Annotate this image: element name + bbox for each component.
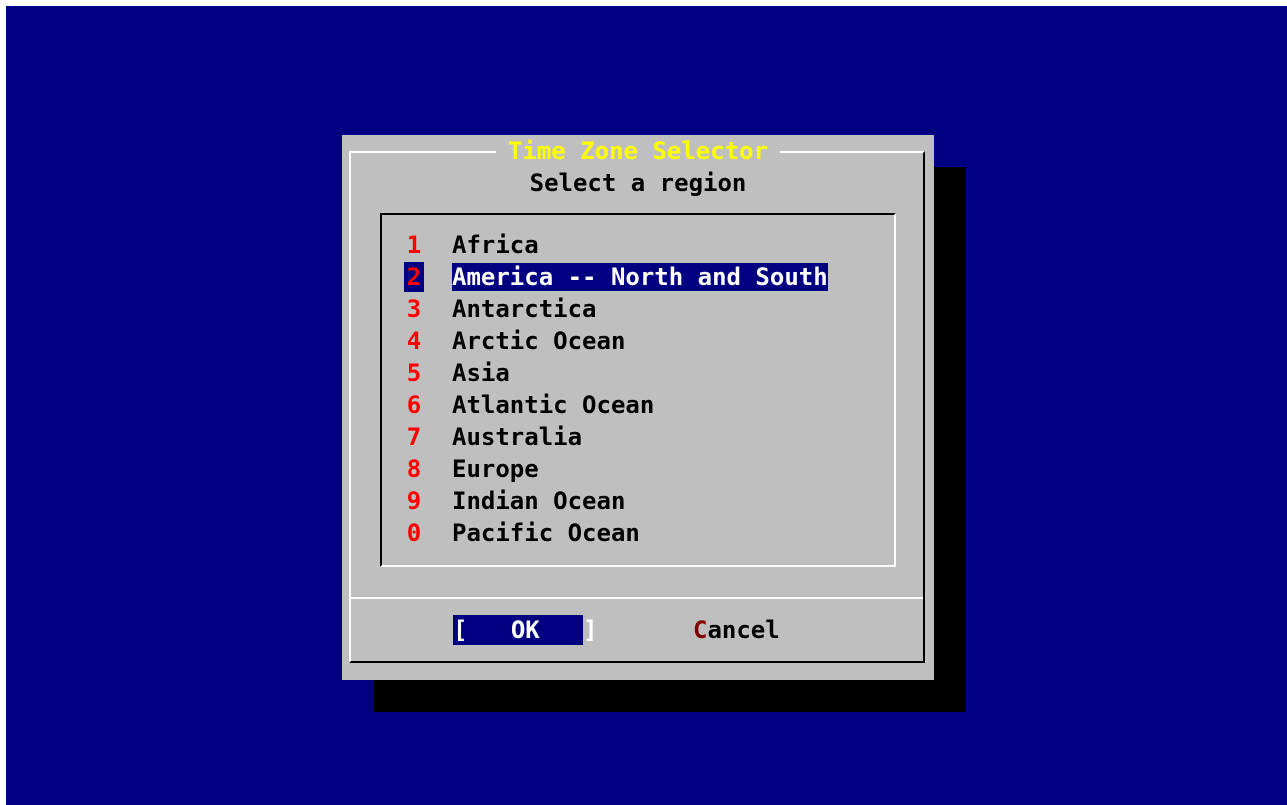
region-key: 0 bbox=[406, 519, 422, 547]
region-label: Atlantic Ocean bbox=[452, 391, 655, 419]
region-key: 4 bbox=[406, 327, 422, 355]
region-key: 8 bbox=[406, 455, 422, 483]
region-item-pacific-ocean[interactable]: 0 Pacific Ocean bbox=[404, 518, 640, 548]
dialog-prompt: Select a region bbox=[529, 169, 747, 197]
region-item-africa[interactable]: 1 Africa bbox=[404, 230, 539, 260]
region-item-indian-ocean[interactable]: 9 Indian Ocean bbox=[404, 486, 626, 516]
region-label: Europe bbox=[452, 455, 539, 483]
dialog-title-text: Time Zone Selector bbox=[495, 137, 781, 165]
region-key: 1 bbox=[406, 231, 422, 259]
region-label: Africa bbox=[452, 231, 539, 259]
region-key: 2 bbox=[404, 262, 424, 292]
region-key: 7 bbox=[406, 423, 422, 451]
region-item-antarctica[interactable]: 3 Antarctica bbox=[404, 294, 597, 324]
region-key: 9 bbox=[406, 487, 422, 515]
region-key: 6 bbox=[406, 391, 422, 419]
cancel-label: ancel bbox=[707, 616, 780, 644]
ok-button[interactable]: [ OK ] bbox=[453, 615, 598, 645]
region-label: Indian Ocean bbox=[452, 487, 626, 515]
dialog-title: Time Zone Selector bbox=[342, 137, 934, 165]
ok-bracket-open: [ bbox=[453, 616, 468, 644]
region-item-arctic-ocean[interactable]: 4 Arctic Ocean bbox=[404, 326, 626, 356]
region-label: Australia bbox=[452, 423, 583, 451]
region-label: America -- North and South bbox=[452, 263, 828, 291]
region-item-australia[interactable]: 7 Australia bbox=[404, 422, 582, 452]
region-label: Arctic Ocean bbox=[452, 327, 626, 355]
region-label: Asia bbox=[452, 359, 510, 387]
region-item-europe[interactable]: 8 Europe bbox=[404, 454, 539, 484]
region-label: Antarctica bbox=[452, 295, 597, 323]
cancel-hotkey: C bbox=[693, 616, 708, 644]
timezone-dialog: Time Zone Selector Select a region 1 Afri… bbox=[342, 135, 934, 680]
region-label: Pacific Ocean bbox=[452, 519, 640, 547]
ok-bracket-close: ] bbox=[583, 616, 598, 644]
region-item-asia[interactable]: 5 Asia bbox=[404, 358, 510, 388]
cancel-button[interactable]: Cancel bbox=[693, 615, 780, 645]
button-separator bbox=[351, 597, 923, 599]
region-list[interactable]: 1 Africa 2 America -- North and South 3 Ant… bbox=[380, 213, 896, 567]
ok-label: OK bbox=[510, 616, 540, 644]
region-key: 3 bbox=[406, 295, 422, 323]
region-item-america[interactable]: 2 America -- North and South bbox=[404, 262, 828, 292]
region-key: 5 bbox=[406, 359, 422, 387]
region-item-atlantic-ocean[interactable]: 6 Atlantic Ocean bbox=[404, 390, 655, 420]
